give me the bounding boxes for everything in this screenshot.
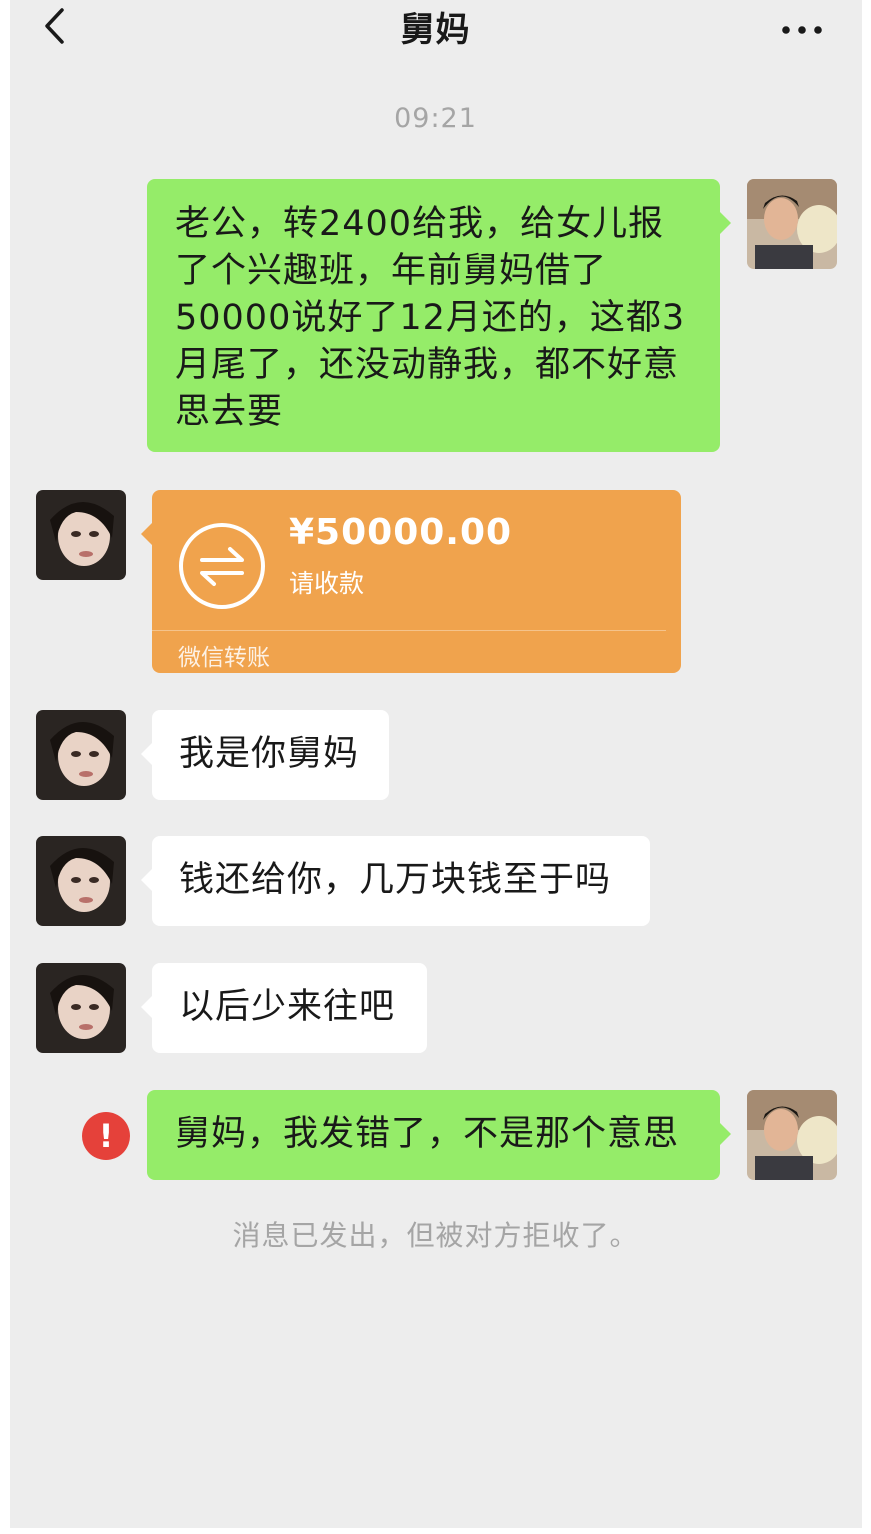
my-message-bubble[interactable]: 舅妈，我发错了，不是那个意思 <box>147 1090 720 1180</box>
message-text: 舅妈，我发错了，不是那个意思 <box>175 1114 680 1154</box>
my-avatar[interactable] <box>747 179 837 269</box>
transfer-card[interactable]: ¥50000.00 请收款 微信转账 <box>152 490 681 673</box>
bubble-tail <box>720 212 731 234</box>
bubble-tail <box>141 743 152 765</box>
their-message-bubble[interactable]: 以后少来往吧 <box>152 963 427 1053</box>
message-timestamp: 09:21 <box>394 103 477 134</box>
send-error-icon[interactable]: ! <box>82 1112 130 1160</box>
more-dots-icon <box>782 26 822 34</box>
avatar-image <box>36 710 126 800</box>
avatar-image <box>36 963 126 1053</box>
avatar-image <box>747 1090 837 1180</box>
transfer-status: 请收款 <box>289 569 365 598</box>
their-message-bubble[interactable]: 我是你舅妈 <box>152 710 389 800</box>
more-button[interactable] <box>776 8 828 42</box>
message-line: 50000说好了12月还的，这都3 <box>175 298 686 338</box>
my-avatar[interactable] <box>747 1090 837 1180</box>
message-text: 我是你舅妈 <box>179 734 360 774</box>
screen-edge <box>0 1528 871 1534</box>
avatar-image <box>36 490 126 580</box>
contact-avatar[interactable] <box>36 836 126 926</box>
contact-avatar[interactable] <box>36 710 126 800</box>
transfer-arrows-icon <box>179 523 265 609</box>
avatar-image <box>36 836 126 926</box>
message-line: 月尾了，还没动静我，都不好意 <box>175 345 680 385</box>
contact-avatar[interactable] <box>36 490 126 580</box>
transfer-amount: ¥50000.00 <box>289 512 513 553</box>
divider <box>152 630 666 631</box>
system-notice: 消息已发出，但被对方拒收了。 <box>232 1219 639 1252</box>
bubble-tail <box>141 523 152 545</box>
message-line: 老公，转2400给我，给女儿报 <box>175 204 665 244</box>
screen-edge <box>862 0 871 1534</box>
message-line: 了个兴趣班，年前舅妈借了 <box>175 251 608 291</box>
bubble-tail <box>720 1123 731 1145</box>
message-line: 思去要 <box>175 392 284 432</box>
message-text: 以后少来往吧 <box>179 987 396 1027</box>
bubble-tail <box>141 996 152 1018</box>
bubble-tail <box>141 869 152 891</box>
message-text: 钱还给你，几万块钱至于吗 <box>179 860 612 900</box>
their-message-bubble[interactable]: 钱还给你，几万块钱至于吗 <box>152 836 650 926</box>
transfer-label: 微信转账 <box>178 645 270 671</box>
chat-title: 舅妈 <box>400 10 471 50</box>
my-message-bubble[interactable]: 老公，转2400给我，给女儿报 了个兴趣班，年前舅妈借了 50000说好了12月… <box>147 179 720 452</box>
avatar-image <box>747 179 837 269</box>
contact-avatar[interactable] <box>36 963 126 1053</box>
